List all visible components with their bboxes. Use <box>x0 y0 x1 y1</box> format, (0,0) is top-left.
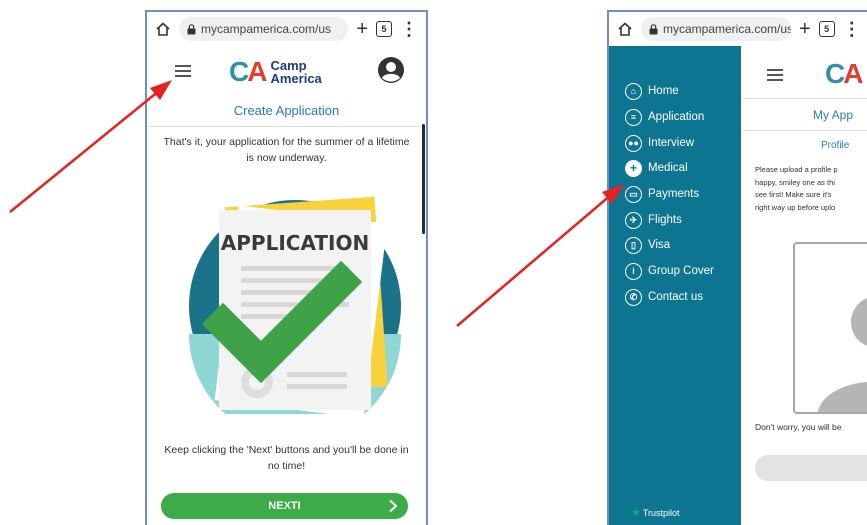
camp-america-logo[interactable]: CA Camp America <box>229 56 322 88</box>
arrow-to-side-menu <box>456 193 613 327</box>
section-title: Profile <box>821 140 850 151</box>
application-complete-illustration: APPLICATION <box>189 196 401 414</box>
new-tab-icon[interactable]: + <box>356 19 368 39</box>
page-title: My App <box>813 108 854 122</box>
success-message: That's it, your application for the summ… <box>163 136 410 164</box>
side-navigation-menu: ⌂ Home ≡ Application ●● Interview + Medi… <box>609 46 741 525</box>
hamburger-menu-icon[interactable] <box>767 69 783 81</box>
lock-icon <box>649 23 658 34</box>
menu-item-medical[interactable]: + Medical <box>625 158 688 178</box>
home-icon[interactable] <box>617 21 633 37</box>
menu-item-label: Visa <box>648 239 671 251</box>
illustration-label: APPLICATION <box>221 231 369 255</box>
logo-mark: CA <box>825 58 863 89</box>
page-title: Create Application <box>233 103 340 118</box>
tab-switcher-icon[interactable]: 5 <box>376 21 392 37</box>
next-button[interactable]: NEXTI <box>161 493 408 519</box>
url-text: mycampamerica.com/us <box>663 22 791 36</box>
more-menu-icon[interactable]: ⋮ <box>400 20 418 38</box>
camp-america-logo[interactable]: CA <box>825 58 863 90</box>
menu-item-label: Interview <box>648 137 695 149</box>
menu-item-payments[interactable]: ▭ Payments <box>625 184 699 204</box>
info-icon: i <box>625 262 642 280</box>
header-divider <box>147 126 426 127</box>
phone-icon: ✆ <box>625 288 642 306</box>
scrollbar-thumb[interactable] <box>422 124 425 234</box>
menu-item-home[interactable]: ⌂ Home <box>625 81 679 101</box>
menu-item-label: Medical <box>648 162 688 174</box>
phone-screen-profile-menu: mycampamerica.com/us + 5 ⋮ ⌂ Home ≡ Appl… <box>607 10 867 525</box>
logo-wordmark: Camp America <box>270 58 322 86</box>
lock-icon <box>187 23 196 34</box>
hamburger-menu-icon[interactable] <box>175 65 191 77</box>
browser-toolbar: mycampamerica.com/us + 5 ⋮ <box>609 12 867 46</box>
passport-icon: ▯ <box>625 236 642 254</box>
star-icon: ★ <box>631 507 641 519</box>
home-icon[interactable] <box>155 21 171 37</box>
profile-photo-placeholder[interactable] <box>793 242 867 414</box>
menu-item-flights[interactable]: ✈ Flights <box>625 210 682 230</box>
document-icon: ≡ <box>625 108 642 126</box>
url-bar[interactable]: mycampamerica.com/us <box>641 17 791 41</box>
header-divider <box>741 98 867 99</box>
more-menu-icon[interactable]: ⋮ <box>843 20 861 38</box>
home-icon: ⌂ <box>625 82 642 100</box>
menu-item-contact-us[interactable]: ✆ Contact us <box>625 287 703 307</box>
menu-item-visa[interactable]: ▯ Visa <box>625 235 670 255</box>
menu-item-label: Contact us <box>648 291 703 303</box>
arrow-to-hamburger-menu <box>9 89 161 213</box>
chevron-right-icon <box>389 499 398 513</box>
next-button[interactable]: NE <box>755 455 867 481</box>
menu-item-label: Application <box>648 111 705 123</box>
trustpilot-badge[interactable]: ★ Trustpilot <box>631 506 680 519</box>
next-button-label: NEXTI <box>268 500 301 512</box>
url-text: mycampamerica.com/us <box>201 22 332 36</box>
menu-item-label: Group Cover <box>648 265 714 277</box>
logo-mark: CA <box>229 56 267 87</box>
medical-cross-icon: + <box>625 159 642 177</box>
menu-item-interview[interactable]: ●● Interview <box>625 133 694 153</box>
menu-item-label: Payments <box>648 188 700 200</box>
profile-page-content: CA My App Profile Please upload a profil… <box>741 46 867 525</box>
footer-message: Keep clicking the 'Next' buttons and you… <box>164 444 409 472</box>
menu-item-application[interactable]: ≡ Application <box>625 107 704 127</box>
plane-icon: ✈ <box>625 211 642 229</box>
phone-screen-create-application: mycampamerica.com/us + 5 ⋮ CA Camp Ameri… <box>145 10 428 525</box>
browser-toolbar: mycampamerica.com/us + 5 ⋮ <box>147 12 426 46</box>
new-tab-icon[interactable]: + <box>799 19 811 39</box>
upload-instructions: Please upload a profile p happy, smiley … <box>755 165 838 212</box>
title-divider <box>741 130 867 131</box>
card-icon: ▭ <box>625 185 642 203</box>
menu-item-label: Flights <box>648 214 682 226</box>
person-silhouette-icon <box>818 298 867 412</box>
url-bar[interactable]: mycampamerica.com/us <box>179 17 349 41</box>
menu-item-label: Home <box>648 85 679 97</box>
tab-switcher-icon[interactable]: 5 <box>818 21 835 37</box>
account-avatar-icon[interactable] <box>377 56 405 84</box>
reassurance-text: Don't worry, you will be <box>755 422 842 432</box>
app-header: CA Camp America <box>147 48 426 100</box>
menu-item-group-cover[interactable]: i Group Cover <box>625 261 714 281</box>
people-icon: ●● <box>625 134 642 152</box>
